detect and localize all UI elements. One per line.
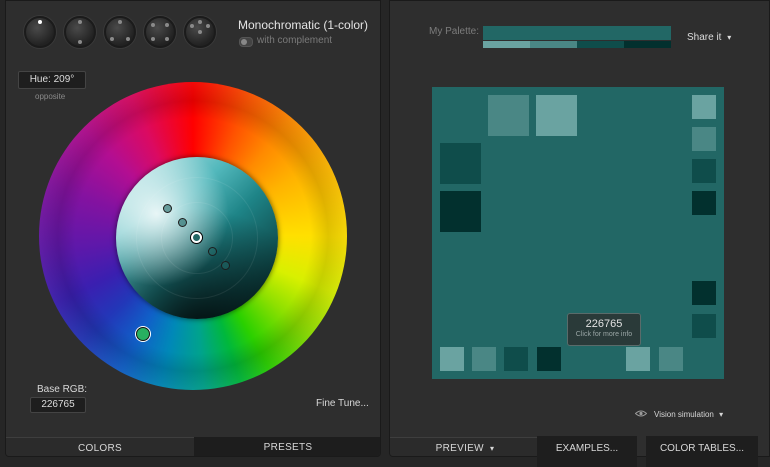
palette-label: My Palette: [429, 26, 480, 37]
color-tooltip[interactable]: 226765 Click for more info [567, 313, 641, 346]
preview-swatch[interactable] [692, 191, 716, 215]
palette-preview[interactable]: 226765 Click for more info [432, 87, 724, 379]
base-rgb-label: Base RGB: [37, 384, 88, 395]
preview-panel: My Palette: Share it ▾ 226765 Click for … [389, 0, 770, 457]
tab-color-tables[interactable]: COLOR TABLES... [646, 436, 758, 467]
preview-swatch[interactable] [440, 191, 481, 232]
palette-bar[interactable] [483, 26, 671, 48]
share-label: Share it [687, 32, 722, 43]
mode-title: Monochromatic (1-color) [238, 18, 369, 32]
preview-swatch[interactable] [536, 95, 577, 136]
caret-down-icon: ▾ [489, 444, 495, 453]
base-rgb-input[interactable]: 226765 [30, 397, 86, 413]
color-wheel[interactable] [39, 82, 347, 390]
share-menu[interactable]: Share it ▾ [687, 32, 731, 43]
variant-marker[interactable] [163, 204, 172, 213]
saturation-brightness-disc[interactable] [116, 157, 278, 319]
palette-swatch[interactable] [624, 41, 671, 48]
base-color-marker[interactable] [191, 232, 202, 243]
variant-marker[interactable] [221, 261, 230, 270]
caret-down-icon: ▾ [719, 410, 724, 419]
vision-simulation-label: Vision simulation [654, 410, 714, 419]
palette-swatch[interactable] [530, 41, 577, 48]
variant-marker[interactable] [208, 247, 217, 256]
tab-colors[interactable]: COLORS [6, 437, 194, 456]
preview-swatch[interactable] [659, 347, 683, 371]
mode-triad-icon[interactable] [104, 16, 136, 48]
tooltip-hint: Click for more info [575, 331, 633, 338]
preview-swatch[interactable] [692, 127, 716, 151]
preview-swatch[interactable] [626, 347, 650, 371]
tab-examples[interactable]: EXAMPLES... [537, 436, 637, 467]
eye-icon[interactable] [635, 410, 647, 417]
tab-preview[interactable]: PREVIEW ▾ [390, 437, 540, 456]
color-wheel-panel: Monochromatic (1-color) with complement … [5, 0, 381, 457]
complement-toggle[interactable] [239, 37, 253, 47]
preview-swatch[interactable] [537, 347, 561, 371]
variant-marker[interactable] [178, 218, 187, 227]
palette-base-swatch[interactable] [483, 26, 671, 40]
preview-swatch[interactable] [504, 347, 528, 371]
preview-swatch[interactable] [488, 95, 529, 136]
mode-complement-icon[interactable] [64, 16, 96, 48]
caret-down-icon: ▾ [727, 33, 732, 42]
vision-simulation-menu[interactable]: Vision simulation ▾ [654, 410, 723, 419]
palette-swatch[interactable] [483, 41, 530, 48]
fine-tune-link[interactable]: Fine Tune... [316, 398, 369, 409]
preview-swatch[interactable] [692, 281, 716, 305]
preview-swatch[interactable] [692, 314, 716, 338]
mode-analogic-icon[interactable] [184, 16, 216, 48]
tab-preview-label: PREVIEW [435, 443, 484, 454]
preview-swatch[interactable] [440, 347, 464, 371]
preview-swatch[interactable] [440, 143, 481, 184]
preview-swatch[interactable] [472, 347, 496, 371]
tab-presets[interactable]: PRESETS [194, 437, 380, 456]
mode-mono-icon[interactable] [24, 16, 56, 48]
tooltip-hex: 226765 [585, 318, 623, 330]
complement-marker[interactable] [136, 327, 150, 341]
mode-tetrad-icon[interactable] [144, 16, 176, 48]
complement-label[interactable]: with complement [257, 35, 332, 46]
preview-swatch[interactable] [692, 159, 716, 183]
palette-swatch[interactable] [577, 41, 624, 48]
preview-swatch[interactable] [692, 95, 716, 119]
